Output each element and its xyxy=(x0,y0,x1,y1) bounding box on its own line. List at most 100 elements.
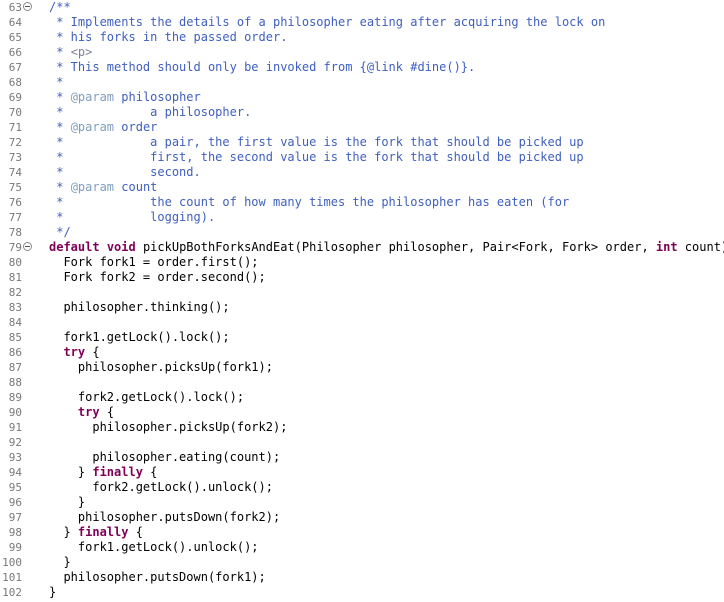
line-code: * a pair, the first value is the fork th… xyxy=(49,135,584,150)
code-editor[interactable]: 63/** 64 * Implements the details of a ph… xyxy=(0,0,724,602)
code-token: <p> xyxy=(70,45,93,59)
code-line[interactable]: 77 * logging). xyxy=(0,210,724,225)
code-token: philosopher.eating(count); xyxy=(49,450,281,464)
code-token: finally xyxy=(77,525,129,539)
line-code: fork2.getLock().unlock(); xyxy=(49,480,273,495)
code-line[interactable]: 79 default void pickUpBothForksAndEat(Phi… xyxy=(0,240,724,255)
code-line[interactable]: 67 * This method should only be invoked … xyxy=(0,60,724,75)
line-number: 73 xyxy=(8,151,22,164)
code-token: } xyxy=(49,585,57,599)
line-number: 89 xyxy=(8,391,22,404)
code-line[interactable]: 68 * xyxy=(0,75,724,90)
line-number: 85 xyxy=(8,331,22,344)
code-line[interactable]: 90 try { xyxy=(0,405,724,420)
code-line[interactable]: 102} xyxy=(0,585,724,600)
line-number: 83 xyxy=(8,301,22,314)
code-token: * a pair, the first value is the fork th… xyxy=(49,135,584,149)
code-line[interactable]: 96 } xyxy=(0,495,724,510)
code-token: { xyxy=(142,465,158,479)
line-number: 102 xyxy=(2,586,22,599)
line-number: 78 xyxy=(8,226,22,239)
code-line[interactable]: 95 fork2.getLock().unlock(); xyxy=(0,480,724,495)
line-number: 71 xyxy=(8,121,22,134)
line-code: fork1.getLock().lock(); xyxy=(49,330,230,345)
code-line[interactable]: 81 Fork fork2 = order.second(); xyxy=(0,270,724,285)
line-number: 88 xyxy=(8,376,22,389)
line-number: 95 xyxy=(8,481,22,494)
line-code: default void pickUpBothForksAndEat(Philo… xyxy=(49,240,724,255)
code-line[interactable]: 91 philosopher.picksUp(fork2); xyxy=(0,420,724,435)
code-line[interactable]: 86 try { xyxy=(0,345,724,360)
code-token: @param xyxy=(70,120,115,134)
code-line[interactable]: 71 * @param order xyxy=(0,120,724,135)
code-line[interactable]: 73 * first, the second value is the fork… xyxy=(0,150,724,165)
code-line[interactable]: 72 * a pair, the first value is the fork… xyxy=(0,135,724,150)
code-line[interactable]: 63 /** xyxy=(0,0,724,15)
line-number: 101 xyxy=(2,571,22,584)
line-code: * This method should only be invoked fro… xyxy=(49,60,475,75)
code-token: /** xyxy=(49,0,71,14)
code-line[interactable]: 82 xyxy=(0,285,724,300)
code-token: philosopher xyxy=(114,90,201,104)
code-line[interactable]: 98 } finally { xyxy=(0,525,724,540)
line-number: 86 xyxy=(8,346,22,359)
line-code: philosopher.picksUp(fork2); xyxy=(49,420,287,435)
code-token: } xyxy=(49,525,78,539)
code-line[interactable]: 75 * @param count xyxy=(0,180,724,195)
code-token: @param xyxy=(70,90,115,104)
code-line[interactable]: 93 philosopher.eating(count); xyxy=(0,450,724,465)
line-code: } finally { xyxy=(49,525,143,540)
code-line[interactable]: 76 * the count of how many times the phi… xyxy=(0,195,724,210)
code-token: { xyxy=(128,525,143,539)
code-line[interactable]: 65 * his forks in the passed order. xyxy=(0,30,724,45)
code-token: fork1.getLock().unlock(); xyxy=(49,540,259,554)
line-number: 81 xyxy=(8,271,22,284)
code-line[interactable]: 94 } finally { xyxy=(0,465,724,480)
code-line[interactable]: 85 fork1.getLock().lock(); xyxy=(0,330,724,345)
code-line[interactable]: 84 xyxy=(0,315,724,330)
code-token: try xyxy=(77,405,100,419)
line-code: * <p> xyxy=(49,45,92,60)
line-code: philosopher.thinking(); xyxy=(49,300,229,315)
code-token: void xyxy=(106,240,136,254)
line-number: 79 xyxy=(8,241,22,254)
fold-collapse-icon[interactable] xyxy=(23,242,32,251)
line-code: * a philosopher. xyxy=(49,105,251,120)
line-number: 99 xyxy=(8,541,22,554)
code-line[interactable]: 101 philosopher.putsDown(fork1); xyxy=(0,570,724,585)
code-line[interactable]: 70 * a philosopher. xyxy=(0,105,724,120)
code-line[interactable]: 64 * Implements the details of a philoso… xyxy=(0,15,724,30)
code-line[interactable]: 74 * second. xyxy=(0,165,724,180)
code-token: philosopher.putsDown(fork1); xyxy=(49,570,266,584)
code-token: } xyxy=(49,465,93,479)
code-token: default xyxy=(49,240,100,254)
line-number: 69 xyxy=(8,91,22,104)
code-line[interactable]: 100 } xyxy=(0,555,724,570)
line-code: * @param philosopher xyxy=(49,90,201,105)
code-line[interactable]: 97 philosopher.putsDown(fork2); xyxy=(0,510,724,525)
code-line[interactable]: 89 fork2.getLock().lock(); xyxy=(0,390,724,405)
code-line[interactable]: 87 philosopher.picksUp(fork1); xyxy=(0,360,724,375)
code-token: * Implements the details of a philosophe… xyxy=(49,15,606,29)
code-token: finally xyxy=(92,465,143,479)
code-line[interactable]: 69 * @param philosopher xyxy=(0,90,724,105)
code-line[interactable]: 83 philosopher.thinking(); xyxy=(0,300,724,315)
code-line[interactable]: 80 Fork fork1 = order.first(); xyxy=(0,255,724,270)
code-token: fork1.getLock().lock(); xyxy=(49,330,230,344)
code-line[interactable]: 88 xyxy=(0,375,724,390)
code-line[interactable]: 92 xyxy=(0,435,724,450)
line-code: Fork fork2 = order.second(); xyxy=(49,270,265,285)
line-number: 66 xyxy=(8,46,22,59)
line-code: } xyxy=(49,495,85,510)
code-token: { xyxy=(99,405,115,419)
line-number: 93 xyxy=(8,451,22,464)
code-token: * xyxy=(49,180,71,194)
code-token: * a philosopher. xyxy=(49,105,252,119)
code-token: * xyxy=(49,45,71,59)
fold-collapse-icon[interactable] xyxy=(23,2,32,11)
code-line[interactable]: 66 * <p> xyxy=(0,45,724,60)
code-line[interactable]: 78 */ xyxy=(0,225,724,240)
code-line[interactable]: 99 fork1.getLock().unlock(); xyxy=(0,540,724,555)
